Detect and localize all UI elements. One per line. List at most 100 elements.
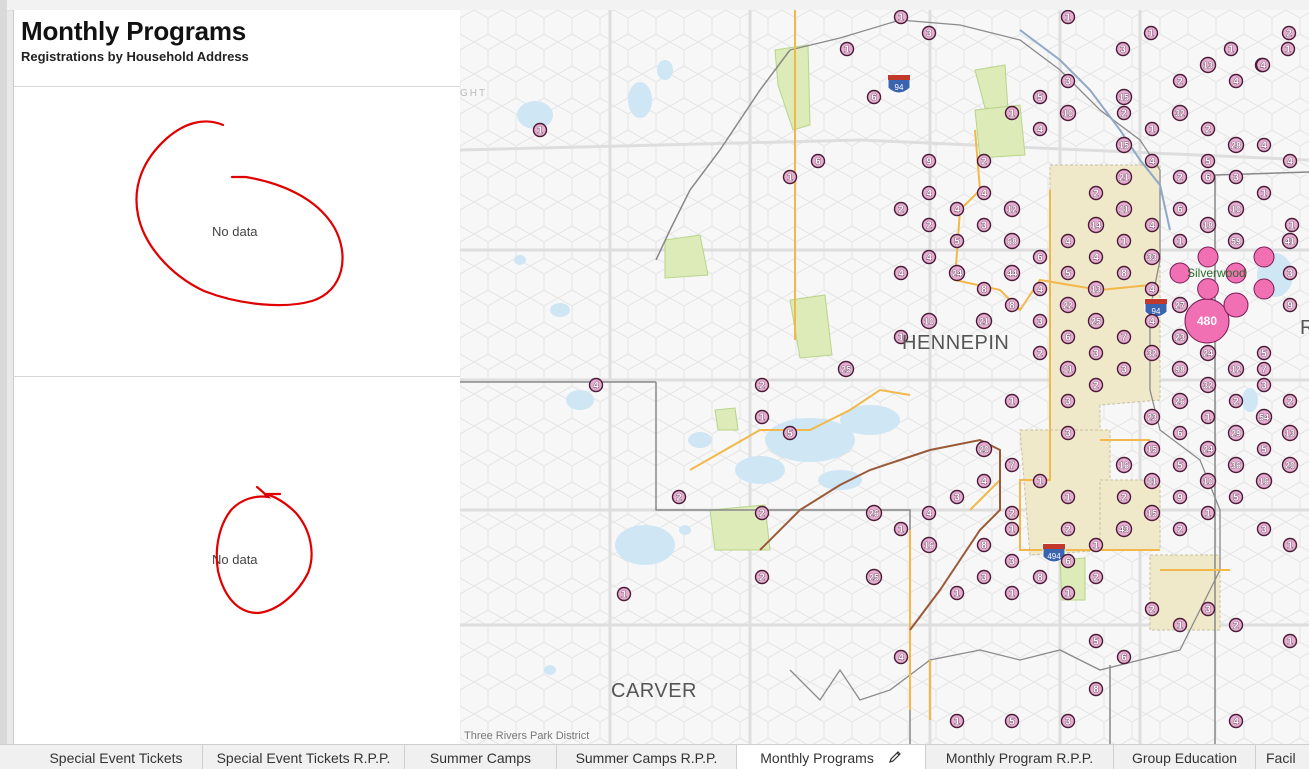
count-marker[interactable]: 10 [1059, 104, 1077, 122]
count-marker[interactable]: 1 [1060, 10, 1076, 25]
count-marker[interactable]: 4 [1228, 713, 1244, 729]
count-marker[interactable]: 5 [782, 425, 798, 441]
count-marker[interactable]: 1 [616, 586, 632, 602]
count-marker[interactable]: 3 [1088, 345, 1104, 361]
count-marker[interactable]: 3 [1256, 377, 1272, 393]
count-marker[interactable]: 1 [1004, 105, 1020, 121]
map-view[interactable]: 94 94 494 480 11311312121344326515110232… [460, 10, 1309, 744]
count-marker[interactable]: 3 [1032, 313, 1048, 329]
count-marker[interactable]: 29 [1227, 424, 1245, 442]
count-marker[interactable]: 9 [1172, 489, 1188, 505]
count-marker[interactable]: 13 [1199, 56, 1217, 74]
count-marker[interactable]: 8 [976, 281, 992, 297]
count-marker[interactable]: 3 [1115, 41, 1131, 57]
count-marker[interactable]: 5 [949, 233, 965, 249]
count-marker[interactable]: 33 [1143, 248, 1161, 266]
count-marker[interactable]: 1 [893, 10, 909, 25]
count-marker[interactable]: 2 [1172, 169, 1188, 185]
count-marker[interactable]: 9 [921, 153, 937, 169]
tab-facilities[interactable]: Facil [1256, 745, 1309, 769]
count-marker[interactable]: 2 [1144, 601, 1160, 617]
count-marker[interactable]: 1 [1256, 185, 1272, 201]
count-marker[interactable]: 4 [1144, 281, 1160, 297]
count-marker[interactable]: 1 [1172, 617, 1188, 633]
registration-bubble[interactable] [1197, 246, 1219, 268]
count-marker[interactable]: 12 [1003, 200, 1021, 218]
count-marker[interactable]: 25 [837, 360, 855, 378]
count-marker[interactable]: 26 [865, 504, 883, 522]
registration-bubble[interactable] [1253, 246, 1275, 268]
count-marker[interactable]: 68 [1003, 232, 1021, 250]
count-marker[interactable]: 3 [1256, 521, 1272, 537]
count-marker[interactable]: 4 [588, 377, 604, 393]
count-marker[interactable]: 4 [1032, 121, 1048, 137]
count-marker[interactable]: 2 [754, 505, 770, 521]
count-marker[interactable]: 5 [1060, 265, 1076, 281]
count-marker[interactable]: 2 [976, 153, 992, 169]
count-marker[interactable]: 18 [1199, 216, 1217, 234]
count-marker[interactable]: 1 [1284, 217, 1300, 233]
count-marker[interactable]: 14 [1087, 216, 1105, 234]
count-marker[interactable]: 5 [1088, 633, 1104, 649]
count-marker[interactable]: 1 [1116, 233, 1132, 249]
count-marker[interactable]: 1 [1282, 633, 1298, 649]
count-marker[interactable]: 15 [1143, 440, 1161, 458]
count-marker[interactable]: 3 [1228, 169, 1244, 185]
count-marker[interactable]: 32 [1171, 104, 1189, 122]
count-marker[interactable]: 12 [1227, 360, 1245, 378]
count-marker[interactable]: 8 [1032, 569, 1048, 585]
count-marker[interactable]: 2 [1200, 121, 1216, 137]
count-marker[interactable]: 13 [1087, 280, 1105, 298]
count-marker[interactable]: 23 [1143, 408, 1161, 426]
count-marker[interactable]: 4 [893, 265, 909, 281]
count-marker[interactable]: 2 [921, 217, 937, 233]
count-marker[interactable]: 3 [949, 489, 965, 505]
count-marker[interactable]: 2 [754, 569, 770, 585]
count-marker[interactable]: 4 [1255, 57, 1271, 73]
count-marker[interactable]: 7 [1256, 361, 1272, 377]
count-marker[interactable]: 5 [1200, 153, 1216, 169]
count-marker[interactable]: 4 [976, 473, 992, 489]
count-marker[interactable]: 1 [1088, 537, 1104, 553]
count-marker[interactable]: 4 [1032, 281, 1048, 297]
map-canvas[interactable]: 94 94 494 480 11311312121344326515110232… [460, 10, 1309, 744]
count-marker[interactable]: 2 [1172, 521, 1188, 537]
count-marker[interactable]: 10 [1227, 200, 1245, 218]
count-marker[interactable]: 5 [1256, 441, 1272, 457]
count-marker[interactable]: 6 [1060, 553, 1076, 569]
count-marker[interactable]: 21 [975, 312, 993, 330]
chart-panel-top[interactable]: No data [14, 87, 460, 377]
count-marker[interactable]: 2 [754, 377, 770, 393]
count-marker[interactable]: 8 [1116, 265, 1132, 281]
count-marker[interactable]: 4 [893, 649, 909, 665]
count-marker[interactable]: 3 [1060, 425, 1076, 441]
count-marker[interactable]: 2 [1172, 73, 1188, 89]
count-marker[interactable]: 24 [1199, 344, 1217, 362]
count-marker[interactable]: 4 [1144, 313, 1160, 329]
count-marker[interactable]: 15 [1143, 504, 1161, 522]
count-marker[interactable]: 4 [1060, 233, 1076, 249]
count-marker[interactable]: 2 [1116, 489, 1132, 505]
count-marker[interactable]: 4 [921, 185, 937, 201]
registration-bubble[interactable] [1253, 278, 1275, 300]
count-marker[interactable]: 4 [1088, 249, 1104, 265]
count-marker[interactable]: 2 [1116, 105, 1132, 121]
count-marker[interactable]: 16 [920, 536, 938, 554]
count-marker[interactable]: 1 [1004, 585, 1020, 601]
count-marker[interactable]: 41 [1281, 232, 1299, 250]
count-marker[interactable]: 1 [1144, 121, 1160, 137]
count-marker[interactable]: 15 [1115, 136, 1133, 154]
count-marker[interactable]: 1 [1004, 393, 1020, 409]
count-marker[interactable]: 1 [532, 122, 548, 138]
count-marker[interactable]: 59 [1227, 232, 1245, 250]
count-marker[interactable]: 1 [1223, 41, 1239, 57]
count-marker[interactable]: 3 [1060, 73, 1076, 89]
count-marker[interactable]: 1 [1032, 473, 1048, 489]
count-marker[interactable]: 5 [1256, 345, 1272, 361]
count-marker[interactable]: 26 [1171, 392, 1189, 410]
tab-group-education[interactable]: Group Education [1114, 745, 1256, 769]
count-marker[interactable]: 2 [671, 489, 687, 505]
count-marker[interactable]: 4 [1144, 153, 1160, 169]
count-marker[interactable]: 6 [1172, 425, 1188, 441]
count-marker[interactable]: 20 [975, 440, 993, 458]
